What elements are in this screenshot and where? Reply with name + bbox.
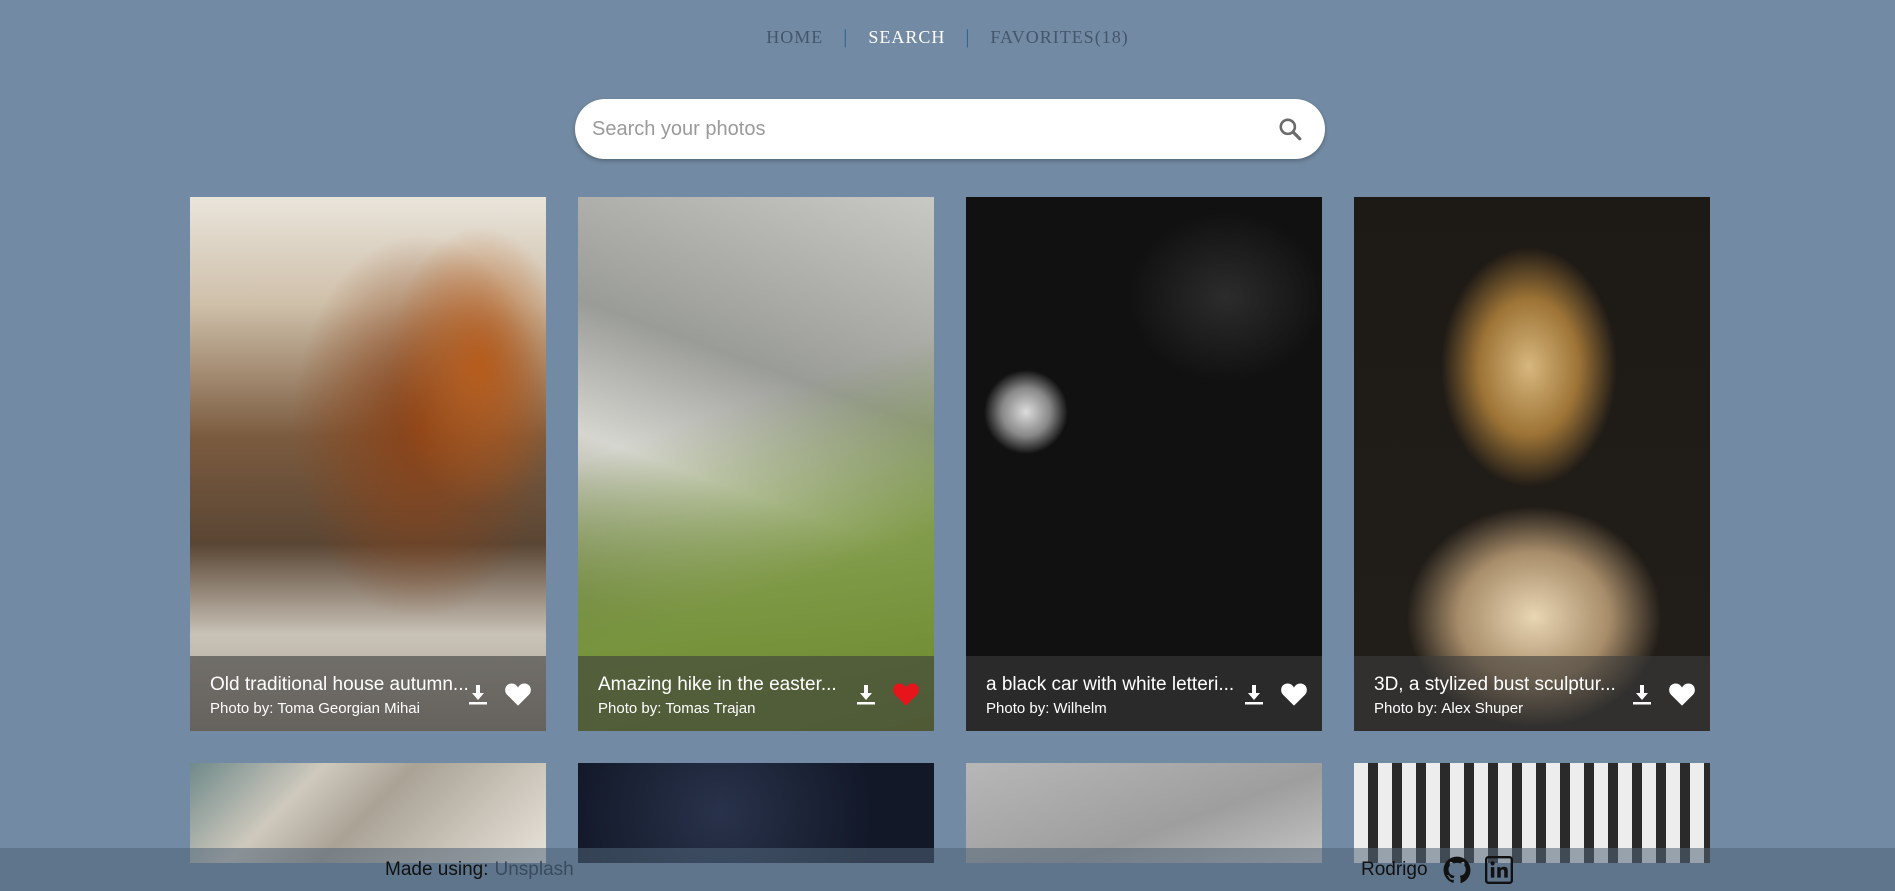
photo-image[interactable] (1354, 197, 1710, 731)
nav-home[interactable]: HOME (746, 27, 843, 48)
photo-author-label: Photo by: (210, 700, 274, 717)
heart-icon[interactable] (1668, 681, 1696, 707)
photo-title: a black car with white letteri... (986, 674, 1235, 695)
search-bar (575, 99, 1325, 159)
made-using: Made using: Unsplash (385, 859, 574, 881)
photo-author-name: Wilhelm (1053, 700, 1107, 717)
download-icon[interactable] (466, 682, 490, 706)
photo-card[interactable]: Amazing hike in the easter... Photo by: T… (578, 197, 934, 731)
heart-icon[interactable] (1280, 681, 1308, 707)
photo-info: a black car with white letteri... Photo … (966, 656, 1322, 731)
search-input[interactable] (590, 116, 1277, 142)
photo-image[interactable] (578, 197, 934, 731)
photo-author-name: Alex Shuper (1441, 700, 1524, 717)
linkedin-icon[interactable] (1485, 856, 1513, 884)
download-icon[interactable] (1242, 682, 1266, 706)
photo-author-label: Photo by: (986, 700, 1050, 717)
main-nav: HOME | SEARCH | FAVORITES(18) (0, 26, 1895, 49)
photo-info: 3D, a stylized bust sculptur... Photo by… (1354, 656, 1710, 731)
photo-author-name: Tomas Trajan (665, 700, 756, 717)
footer: Made using: Unsplash Rodrigo (0, 848, 1895, 891)
photo-card[interactable]: 3D, a stylized bust sculptur... Photo by… (1354, 197, 1710, 731)
nav-search[interactable]: SEARCH (848, 27, 965, 48)
photo-info: Old traditional house autumn... Photo by… (190, 656, 546, 731)
photo-author-name: Toma Georgian Mihai (277, 700, 420, 717)
photo-grid: Old traditional house autumn... Photo by… (190, 197, 1710, 863)
github-icon[interactable] (1443, 856, 1471, 884)
heart-icon[interactable] (892, 681, 920, 707)
photo-image[interactable] (966, 197, 1322, 731)
made-using-label: Made using: (385, 859, 489, 880)
search-icon[interactable] (1277, 116, 1303, 142)
photo-info: Amazing hike in the easter... Photo by: T… (578, 656, 934, 731)
photo-image[interactable] (190, 197, 546, 731)
photo-card[interactable]: Old traditional house autumn... Photo by… (190, 197, 546, 731)
photo-title: Old traditional house autumn... (210, 674, 469, 695)
photo-author-label: Photo by: (1374, 700, 1438, 717)
unsplash-link[interactable]: Unsplash (495, 859, 574, 880)
download-icon[interactable] (854, 682, 878, 706)
download-icon[interactable] (1630, 682, 1654, 706)
footer-author: Rodrigo (1361, 859, 1428, 880)
photo-card[interactable]: a black car with white letteri... Photo … (966, 197, 1322, 731)
nav-favorites[interactable]: FAVORITES(18) (970, 27, 1148, 48)
photo-author-label: Photo by: (598, 700, 662, 717)
photo-title: 3D, a stylized bust sculptur... (1374, 674, 1616, 695)
photo-title: Amazing hike in the easter... (598, 674, 837, 695)
heart-icon[interactable] (504, 681, 532, 707)
